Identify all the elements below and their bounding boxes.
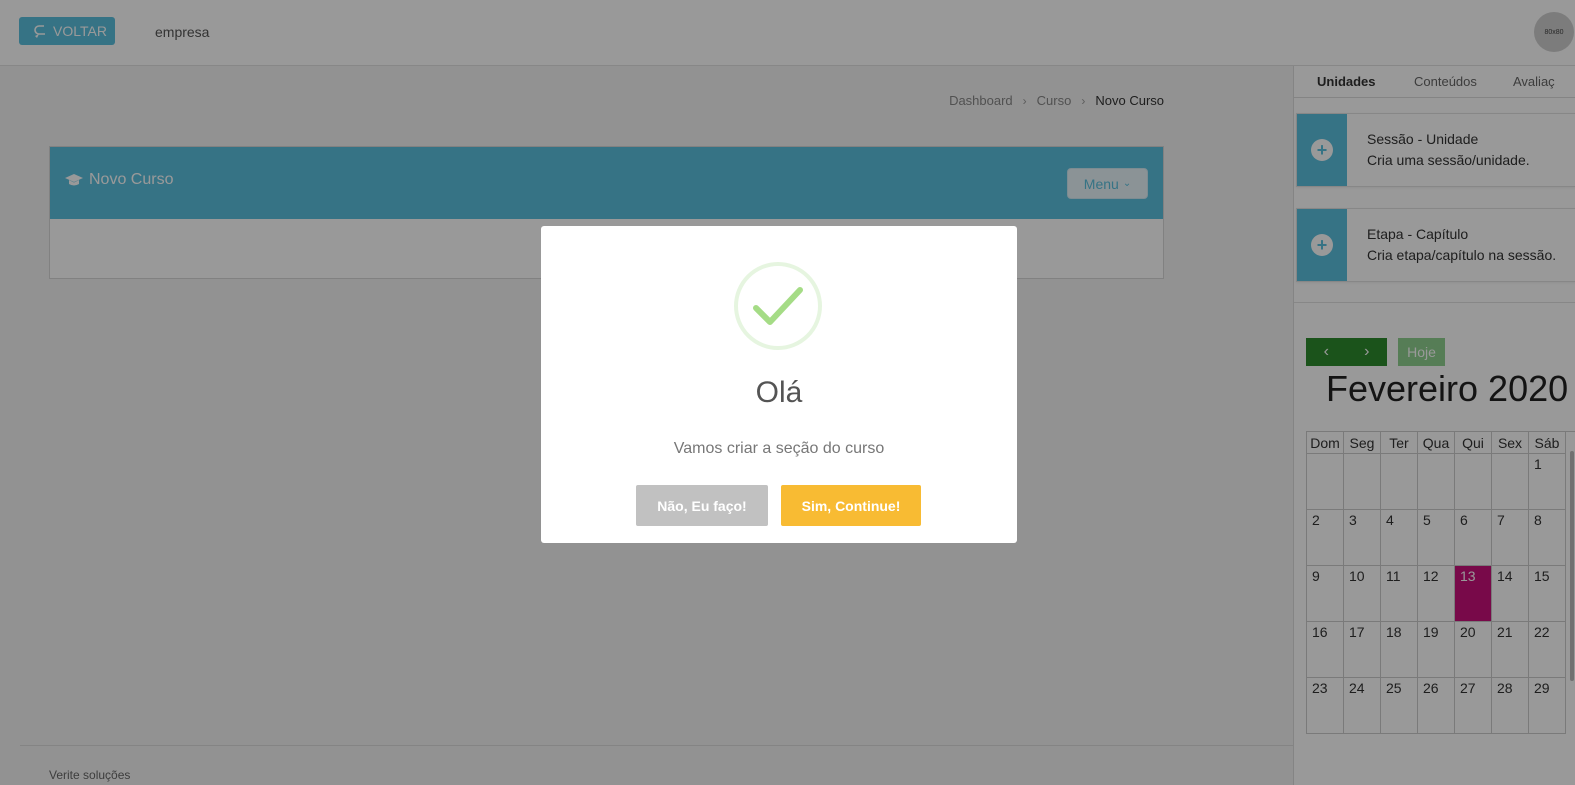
dialog-message: Vamos criar a seção do curso <box>673 440 885 457</box>
success-check-icon <box>734 262 822 350</box>
cancel-button[interactable]: Não, Eu faço! <box>636 485 768 526</box>
checkmark-icon <box>753 287 803 325</box>
dialog-title: Olá <box>755 376 803 409</box>
confirm-button[interactable]: Sim, Continue! <box>781 485 921 526</box>
confirmation-dialog: Olá Vamos criar a seção do curso Não, Eu… <box>541 226 1017 543</box>
